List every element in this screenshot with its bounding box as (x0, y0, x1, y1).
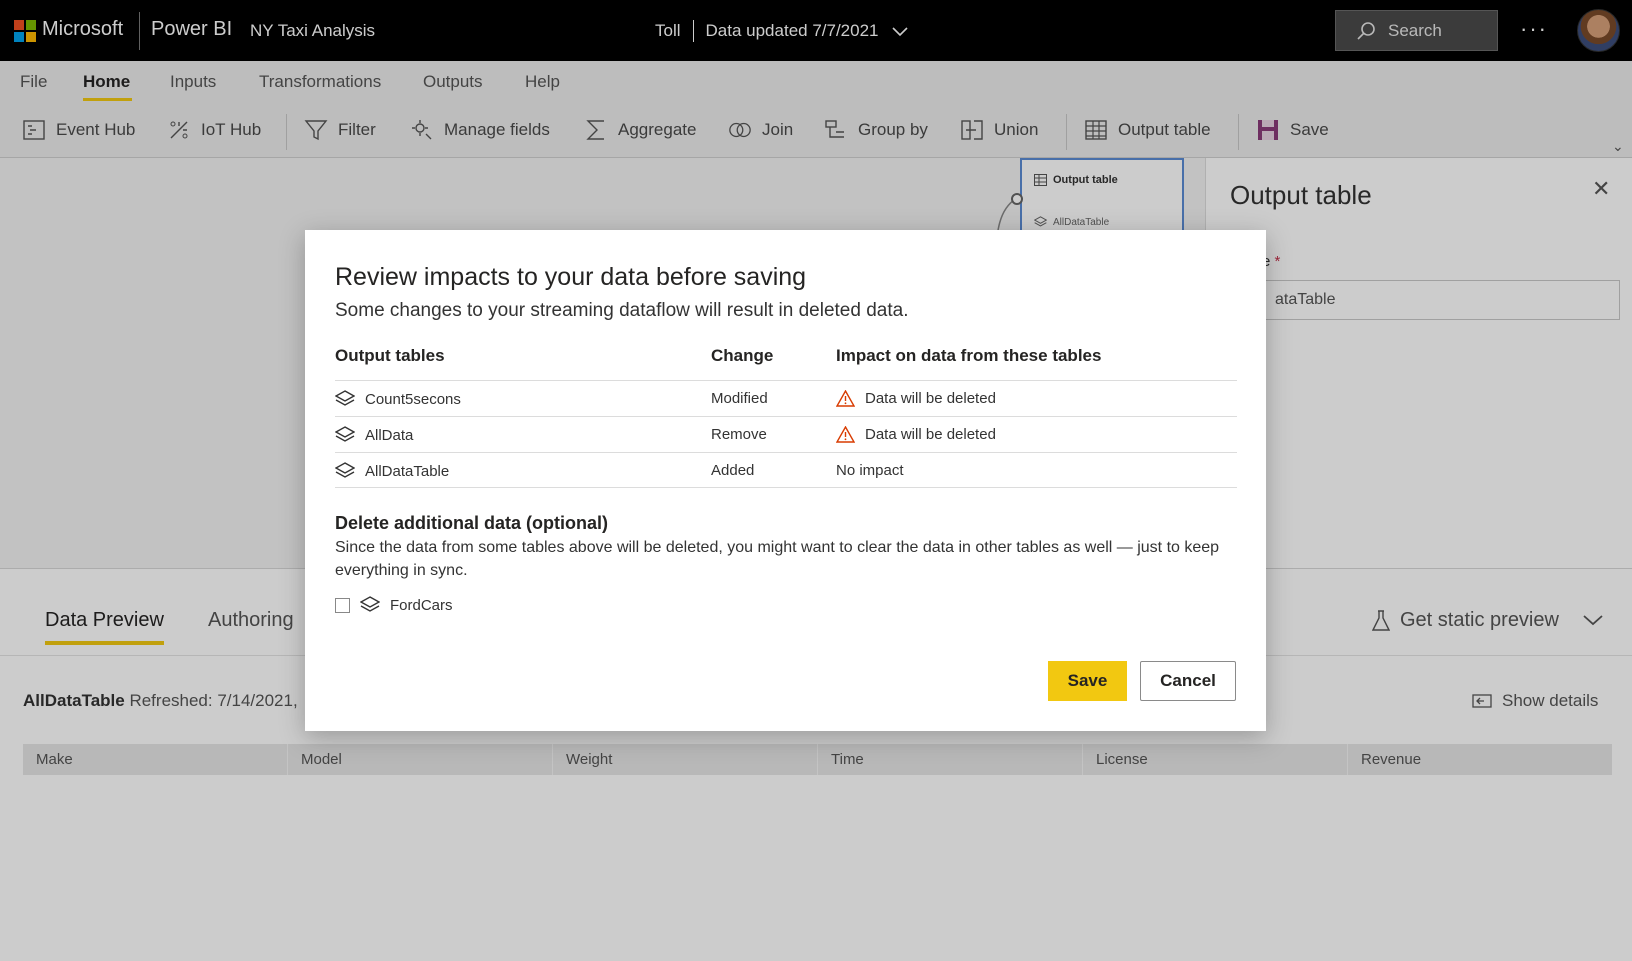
row-change: Remove (711, 426, 767, 443)
layers-icon (335, 426, 355, 442)
cancel-button[interactable]: Cancel (1140, 661, 1236, 701)
row-table: Count5secons (335, 390, 461, 408)
header-impact: Impact on data from these tables (836, 346, 1102, 365)
warning-icon (836, 426, 855, 443)
row-table: AllDataTable (335, 462, 449, 480)
row-impact-text: Data will be deleted (865, 390, 996, 407)
row-table-name: AllData (365, 426, 414, 444)
extra-table-option: FordCars (335, 596, 453, 614)
layers-icon (360, 596, 380, 612)
header-change: Change (711, 346, 774, 365)
dialog-title: Review impacts to your data before savin… (335, 263, 807, 291)
row-impact: No impact (836, 462, 904, 479)
dialog-subtitle: Some changes to your streaming dataflow … (335, 300, 909, 321)
row-change: Modified (711, 390, 768, 407)
layers-icon (335, 462, 355, 478)
review-impacts-dialog: Review impacts to your data before savin… (305, 230, 1266, 731)
fordcars-checkbox[interactable] (335, 597, 350, 613)
table-row: AllDataTable Added No impact (335, 452, 1237, 488)
row-table: AllData (335, 426, 413, 444)
row-impact: Data will be deleted (836, 426, 996, 443)
row-impact-text: Data will be deleted (865, 426, 996, 443)
warning-icon (836, 390, 855, 407)
table-row: AllData Remove Data will be deleted (335, 416, 1237, 452)
table-row: Count5secons Modified Data will be delet… (335, 380, 1237, 416)
row-table-name: AllDataTable (365, 462, 450, 480)
save-button[interactable]: Save (1048, 661, 1127, 701)
row-table-name: Count5secons (365, 390, 461, 408)
extra-table-name: FordCars (390, 596, 453, 614)
delete-additional-text: Since the data from some tables above wi… (335, 539, 1220, 579)
header-output-tables: Output tables (335, 346, 445, 365)
delete-additional-heading: Delete additional data (optional) (335, 513, 609, 533)
layers-icon (335, 390, 355, 406)
row-impact: Data will be deleted (836, 390, 996, 407)
row-change: Added (711, 462, 755, 479)
